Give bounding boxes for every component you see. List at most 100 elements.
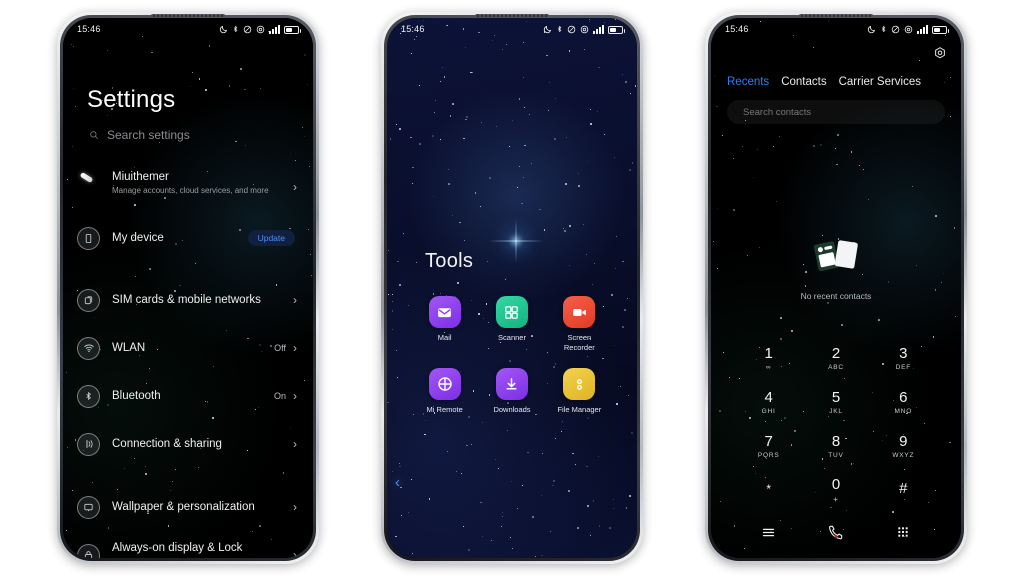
dial-key-9[interactable]: 9 WXYZ — [870, 424, 937, 468]
tab-recents[interactable]: Recents — [727, 76, 769, 88]
tab-carrier-services[interactable]: Carrier Services — [839, 76, 921, 88]
dial-key-0[interactable]: 0 + — [802, 468, 869, 512]
settings-row-wallpaper[interactable]: Wallpaper & personalization › — [63, 489, 313, 525]
app-screen-recorder[interactable]: Screen Recorder — [546, 296, 613, 352]
downloads-icon — [495, 368, 528, 400]
key-sublabel: WXYZ — [892, 451, 915, 459]
settings-row-label: Wallpaper & personalization — [112, 501, 255, 513]
dial-key-6[interactable]: 6 MNO — [870, 380, 937, 424]
wallpaper-icon — [77, 495, 100, 519]
dial-key-1[interactable]: 1 ∞ — [735, 336, 802, 380]
home-folder-screen: 15:46 Tools Mail Scanner Screen Recorder… — [387, 18, 637, 558]
device-icon — [77, 226, 100, 250]
update-badge[interactable]: Update — [247, 230, 295, 246]
key-number: # — [899, 480, 908, 497]
settings-row-bluetooth[interactable]: Bluetooth On › — [63, 378, 313, 414]
chevron-right-icon: › — [293, 180, 297, 194]
settings-row-label: Always-on display & Lock screen — [112, 542, 243, 558]
key-number: 8 — [831, 432, 841, 450]
key-sublabel: JKL — [829, 407, 843, 415]
empty-state-text: No recent contacts — [800, 291, 872, 301]
call-indicator-dot — [834, 535, 838, 538]
three-phone-mockup: 15:46 Settings Search settings Miuitheme… — [0, 0, 1024, 576]
dial-pad: 1 ∞ 2 ABC 3 DEF 4 GHI 5 JKL 6 MNO 7 PQRS 8 TUV 9… — [711, 336, 961, 512]
settings-row-account[interactable]: Miuithemer Manage accounts, cloud servic… — [63, 168, 313, 204]
location-icon — [904, 25, 913, 34]
file-manager-icon — [563, 368, 596, 400]
key-number: * — [766, 482, 771, 496]
search-contacts-placeholder: Search contacts — [743, 106, 812, 118]
dnd-moon-icon — [543, 25, 552, 34]
key-sublabel: GHI — [761, 407, 776, 415]
location-icon — [580, 25, 589, 34]
key-sublabel: ∞ — [765, 363, 772, 371]
settings-row-label: SIM cards & mobile networks — [112, 294, 261, 306]
status-time: 15:46 — [725, 24, 749, 34]
dial-key-5[interactable]: 5 JKL — [802, 380, 869, 424]
app-label: Scanner — [498, 333, 526, 342]
mi-remote-icon — [428, 368, 461, 400]
location-icon — [256, 25, 265, 34]
settings-row-label: Connection & sharing — [112, 438, 222, 450]
app-scanner[interactable]: Scanner — [478, 296, 545, 352]
dial-key-2[interactable]: 2 ABC — [802, 336, 869, 380]
status-bar: 15:46 — [63, 18, 313, 40]
settings-gear-icon[interactable] — [933, 46, 947, 65]
app-label: Mail — [437, 333, 452, 342]
account-subtitle: Manage accounts, cloud services, and mor… — [112, 186, 269, 195]
empty-state: No recent contacts — [711, 233, 961, 301]
key-number: 5 — [831, 388, 841, 406]
dial-key-4[interactable]: 4 GHI — [735, 380, 802, 424]
dial-key-7[interactable]: 7 PQRS — [735, 424, 802, 468]
settings-row-value: Off — [274, 343, 286, 353]
mute-slash-icon — [243, 25, 252, 34]
settings-row-my-device[interactable]: My device Update — [63, 220, 313, 256]
settings-row-label: Bluetooth — [112, 390, 161, 402]
battery-icon — [608, 26, 625, 34]
app-label: Screen Recorder — [563, 333, 595, 352]
app-mail[interactable]: Mail — [411, 296, 478, 352]
app-label: File Manager — [557, 405, 602, 414]
dial-key-3[interactable]: 3 DEF — [870, 336, 937, 380]
dialer-tabs: Recents Contacts Carrier Services — [727, 76, 951, 88]
settings-phone-screen: 15:46 Settings Search settings Miuitheme… — [63, 18, 313, 558]
dial-key-star[interactable]: * — [735, 468, 802, 512]
mute-slash-icon — [567, 25, 576, 34]
no-contacts-illustration — [813, 240, 858, 272]
folder-title[interactable]: Tools — [425, 250, 473, 273]
battery-icon — [932, 26, 949, 34]
tab-contacts[interactable]: Contacts — [781, 76, 826, 88]
settings-row-connection-sharing[interactable]: Connection & sharing › — [63, 426, 313, 462]
dialer-app: Recents Contacts Carrier Services Search… — [711, 18, 961, 558]
lock-icon — [77, 543, 100, 558]
settings-row-sim[interactable]: SIM cards & mobile networks › — [63, 282, 313, 318]
settings-row-label: My device — [112, 232, 164, 244]
folder-overlay: Tools Mail Scanner Screen Recorder Mi Re… — [387, 18, 637, 558]
call-button[interactable] — [802, 524, 869, 540]
app-downloads[interactable]: Downloads — [478, 368, 545, 415]
key-sublabel: + — [833, 494, 839, 504]
settings-app: Settings Search settings Miuithemer Mana… — [63, 18, 313, 558]
screen-recorder-icon — [563, 296, 596, 328]
settings-row-wlan[interactable]: WLAN Off › — [63, 330, 313, 366]
dial-key-hash[interactable]: # — [870, 468, 937, 512]
signal-bars-icon — [269, 25, 280, 34]
keypad-icon — [898, 527, 908, 537]
settings-row-label: WLAN — [112, 342, 146, 354]
back-chevron-icon[interactable]: ‹ — [395, 475, 400, 490]
dialer-bottom-bar — [711, 516, 961, 548]
app-file-manager[interactable]: File Manager — [546, 368, 613, 415]
keypad-button[interactable] — [870, 525, 937, 539]
app-label: Downloads — [493, 405, 531, 414]
menu-button[interactable] — [735, 525, 802, 540]
settings-row-lockscreen[interactable]: Always-on display & Lock screen › — [63, 537, 313, 558]
search-contacts-input[interactable]: Search contacts — [727, 100, 945, 124]
app-mi-remote[interactable]: Mi Remote — [411, 368, 478, 415]
dial-key-8[interactable]: 8 TUV — [802, 424, 869, 468]
key-sublabel: PQRS — [757, 451, 780, 459]
key-number: 2 — [831, 344, 841, 362]
search-settings-bar[interactable]: Search settings — [89, 128, 190, 142]
connection-sharing-icon — [77, 432, 100, 456]
key-sublabel: TUV — [828, 451, 844, 459]
signal-bars-icon — [917, 25, 928, 34]
